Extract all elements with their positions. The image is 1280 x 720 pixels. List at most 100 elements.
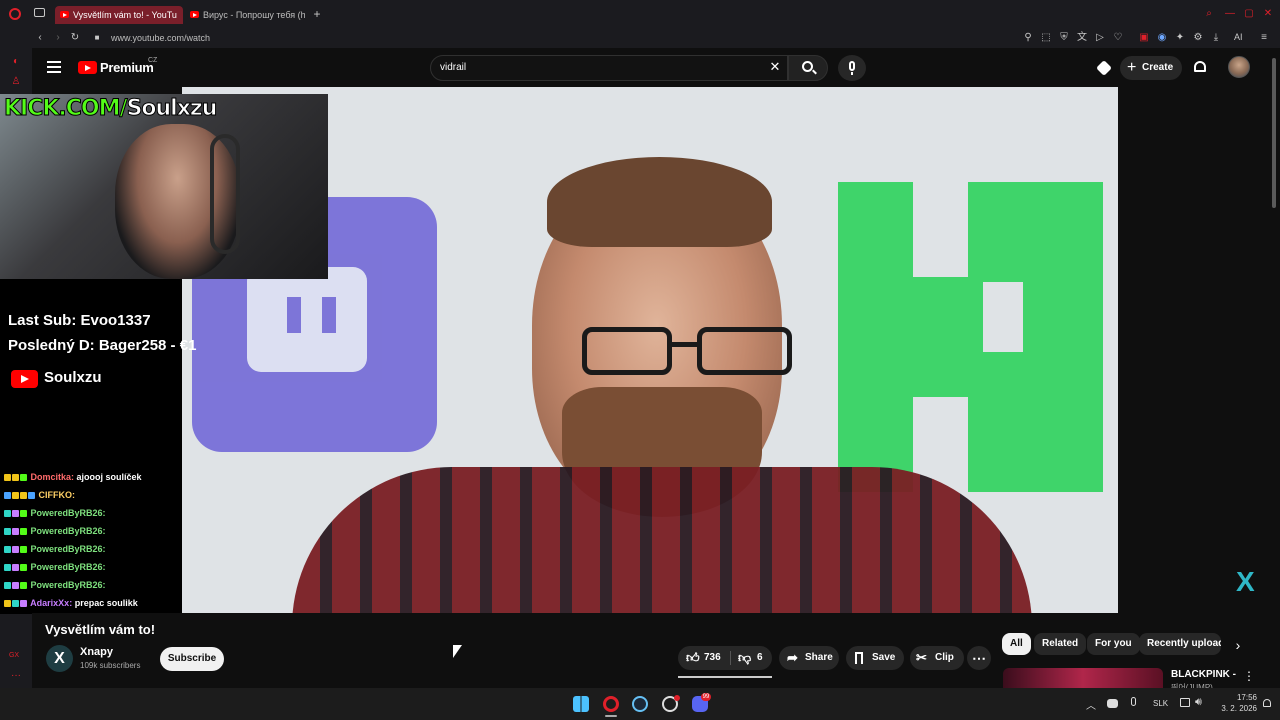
flannel-shirt	[292, 467, 1032, 613]
aria-icon[interactable]: ◐	[10, 56, 22, 68]
like-progress-bar	[678, 676, 772, 678]
search-button[interactable]	[788, 55, 828, 81]
chat-message: PoweredByRB26:	[0, 522, 182, 540]
heart-icon[interactable]: ♡	[1112, 32, 1124, 44]
chat-message: CIFFKO:	[0, 486, 182, 504]
volume-icon[interactable]: 🔊︎	[1195, 696, 1202, 709]
like-button[interactable]: 👍︎ 736	[684, 646, 730, 670]
audio-icon[interactable]: ◉	[1156, 32, 1168, 44]
translate-icon[interactable]: 文	[1076, 32, 1088, 44]
new-tab-button[interactable]: +	[311, 8, 323, 20]
notification-bell-icon[interactable]	[1263, 699, 1271, 707]
channel-avatar[interactable]: X	[46, 645, 73, 672]
menu-icon[interactable]: ≡	[1258, 32, 1270, 44]
notifications-bell-icon[interactable]	[1194, 61, 1206, 72]
tab-label: Вирус - Попрошу тебя (ha	[203, 10, 305, 20]
address-bar-row: ‹ › ↻ ■ www.youtube.com/watch ⚲ ⬚ ⛨ 文 ♡ …	[0, 28, 1280, 48]
chips-next-icon[interactable]: ›	[1230, 636, 1246, 654]
shield-icon[interactable]: ⛨	[1058, 32, 1070, 44]
bookmark-icon	[855, 652, 863, 664]
browser-tab-bar: Vysvětlím vám to! - YouTu Вирус - Попрош…	[0, 0, 1280, 28]
kick-url-text: KICK.COM/Soulxzu	[4, 96, 218, 122]
reload-icon[interactable]: ↻	[69, 32, 81, 44]
tab-label: Vysvětlím vám to! - YouTu	[73, 10, 177, 20]
tab-inactive[interactable]: Вирус - Попрошу тебя (ha	[185, 6, 305, 24]
chat-message: PoweredByRB26:	[0, 558, 182, 576]
steam-icon[interactable]	[632, 696, 648, 712]
last-sub-text: Last Sub: Evoo1337	[8, 312, 151, 329]
sidebar-gx-icon[interactable]: GX	[8, 650, 20, 662]
search-tabs-icon[interactable]: ⌕	[1203, 8, 1215, 20]
chip-related[interactable]: Related	[1034, 633, 1087, 655]
settings-gear-icon[interactable]: ⚙	[1192, 32, 1204, 44]
thumbs-up-icon: 👍︎	[686, 650, 700, 665]
minimize-icon[interactable]: —	[1224, 8, 1236, 20]
subscribe-button[interactable]: Subscribe	[160, 647, 224, 671]
microphone-icon	[849, 61, 855, 71]
chat-message: PoweredByRB26:	[0, 540, 182, 558]
play-icon[interactable]: ▷	[1094, 32, 1106, 44]
dislike-button[interactable]: 👎︎ 6	[736, 646, 770, 670]
back-icon[interactable]: ‹	[34, 32, 46, 44]
lock-icon: ■	[94, 33, 100, 42]
close-window-icon[interactable]: ✕	[1262, 8, 1274, 20]
voice-search-button[interactable]	[838, 55, 866, 81]
clock-date[interactable]: 3. 2. 2026	[1207, 704, 1257, 713]
ai-button[interactable]: AI	[1234, 32, 1243, 42]
like-count: 736	[704, 652, 721, 663]
plus-icon: +	[1127, 59, 1137, 76]
last-donation-text: Posledný D: Bager258 - €1	[8, 337, 197, 354]
pin-icon[interactable]: ⚲	[1022, 32, 1034, 44]
create-button[interactable]: + Create	[1120, 56, 1182, 80]
chip-recently-uploaded[interactable]: Recently uploade	[1139, 633, 1221, 655]
subscriber-count: 109k subscribers	[80, 661, 141, 670]
language-indicator[interactable]: SLK	[1153, 699, 1168, 708]
network-icon[interactable]	[1180, 698, 1190, 707]
sidebar-more-icon[interactable]: ···	[10, 670, 22, 682]
scissors-icon: ✂	[916, 650, 927, 665]
chat-message: PoweredByRB26:	[0, 576, 182, 594]
hamburger-menu-icon[interactable]	[47, 61, 61, 73]
tray-discord-icon[interactable]	[1107, 699, 1118, 708]
youtube-logo-icon[interactable]	[78, 61, 97, 74]
workspaces-icon[interactable]	[34, 8, 45, 17]
chat-message: AdarixXx: prepac soulikk	[0, 594, 182, 612]
opera-taskbar-icon[interactable]	[603, 696, 619, 712]
youtube-logo-text[interactable]: Premium	[100, 60, 154, 75]
snapshot-icon[interactable]: ⬚	[1040, 32, 1052, 44]
mouse-cursor	[453, 645, 462, 658]
windows-start-icon[interactable]	[573, 696, 589, 712]
chip-for-you[interactable]: For you	[1087, 633, 1140, 655]
avatar[interactable]	[1228, 56, 1250, 78]
notification-dot	[674, 695, 680, 701]
extension-icon[interactable]: ▣	[1138, 32, 1150, 44]
search-input[interactable]: vidrail	[440, 61, 740, 75]
tray-chevron-icon[interactable]: ︿	[1086, 697, 1096, 712]
stream-chat: Domcitka: ajoooj soulíček CIFFKO: Powere…	[0, 468, 182, 614]
youtube-favicon-icon	[190, 11, 199, 18]
messenger-icon[interactable]: ♙	[10, 76, 22, 88]
share-button[interactable]: ➦ Share	[779, 646, 839, 670]
maximize-icon[interactable]: ▢	[1243, 8, 1255, 20]
up-next-menu-icon[interactable]: ⋮	[1243, 669, 1255, 683]
up-next-thumbnail[interactable]	[1003, 668, 1163, 688]
channel-watermark[interactable]: X	[1236, 566, 1255, 598]
opera-logo-icon[interactable]	[9, 8, 21, 20]
url-field[interactable]: www.youtube.com/watch	[111, 31, 511, 45]
forward-icon[interactable]: ›	[52, 32, 64, 44]
extensions-puzzle-icon[interactable]: ✦	[1174, 32, 1186, 44]
chip-all[interactable]: All	[1002, 633, 1031, 655]
download-icon[interactable]: ⤓	[1210, 32, 1222, 44]
channel-name[interactable]: Xnapy	[80, 646, 113, 658]
clip-button[interactable]: ✂ Clip	[910, 646, 964, 670]
create-label: Create	[1142, 62, 1174, 73]
tray-mic-icon[interactable]	[1131, 697, 1136, 706]
tab-active[interactable]: Vysvětlím vám to! - YouTu	[55, 6, 183, 24]
clock-time[interactable]: 17:56	[1217, 693, 1257, 702]
more-actions-button[interactable]: ⋯	[967, 646, 991, 670]
region-code: CZ	[148, 57, 158, 64]
page-scrollbar[interactable]	[1272, 58, 1276, 208]
up-next-title[interactable]: BLACKPINK -	[1171, 669, 1236, 680]
save-button[interactable]: Save	[846, 646, 904, 670]
clear-search-icon[interactable]: ✕	[768, 60, 782, 74]
